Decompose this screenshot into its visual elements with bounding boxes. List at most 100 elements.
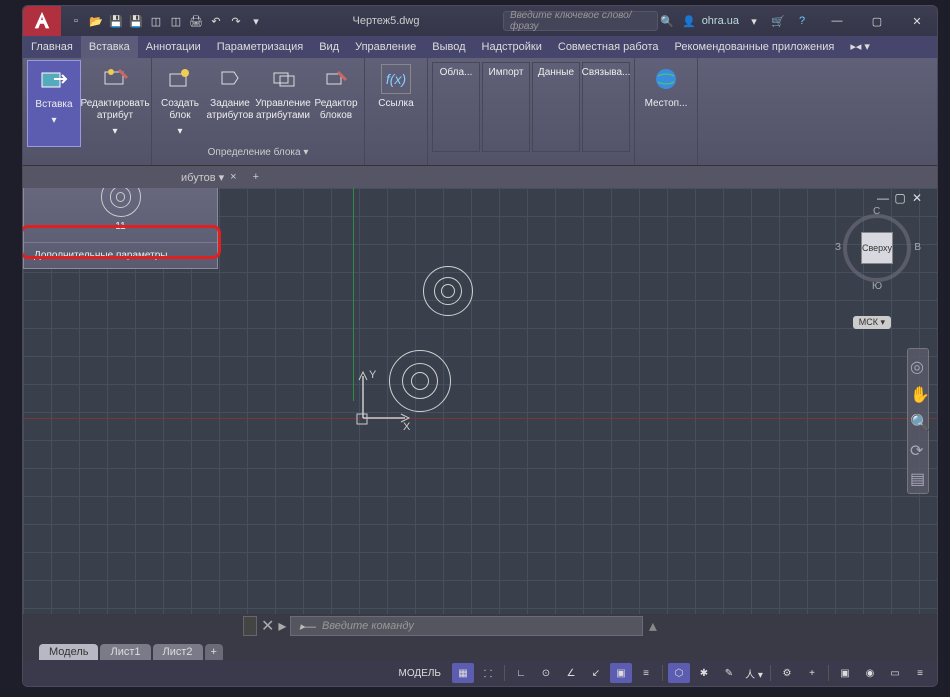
viewcube-north[interactable]: С xyxy=(873,206,880,217)
more-options-item[interactable]: Дополнительные параметры... xyxy=(24,242,217,268)
tab-home[interactable]: Главная xyxy=(23,36,81,58)
annotation-visibility-icon[interactable]: ✱ xyxy=(693,663,715,683)
block-editor-button[interactable]: Редактор блоков xyxy=(312,60,360,147)
insert-dropdown-panel: 11 Дополнительные параметры... xyxy=(23,188,218,269)
plot-icon[interactable]: 🖨 xyxy=(187,12,205,30)
scale-list-icon[interactable]: 人 ▾ xyxy=(743,663,765,683)
tab-addins[interactable]: Надстройки xyxy=(474,36,550,58)
lineweight-icon[interactable]: ≡ xyxy=(635,663,657,683)
infocenter-search[interactable]: Введите ключевое слово/фразу xyxy=(503,11,658,31)
showmotion-icon[interactable]: ▤ xyxy=(910,469,926,485)
new-icon[interactable]: ▫ xyxy=(67,12,85,30)
cloud-save-icon[interactable]: ◫ xyxy=(167,12,185,30)
tab-overflow-icon[interactable]: ▸◂ ▾ xyxy=(842,36,878,58)
wcs-selector[interactable]: МСК ▾ xyxy=(853,316,891,329)
tab-view[interactable]: Вид xyxy=(311,36,347,58)
block-instance-2[interactable] xyxy=(389,350,451,412)
isolate-objects-icon[interactable]: ▣ xyxy=(834,663,856,683)
set-attrs-button[interactable]: Задание атрибутов xyxy=(206,60,254,147)
insert-button[interactable]: Вставка ▾ xyxy=(27,60,81,147)
close-button[interactable]: ✕ xyxy=(897,6,937,36)
viewport-close-icon[interactable]: ✕ xyxy=(909,191,925,205)
edit-attribute-button[interactable]: Редактировать атрибут ▾ xyxy=(83,60,147,147)
block-preview-item[interactable]: 11 xyxy=(24,188,217,242)
maximize-button[interactable]: ▢ xyxy=(857,6,897,36)
file-tab-fragment[interactable]: ибутов ▾ × xyxy=(173,166,245,188)
saveas-icon[interactable]: 💾 xyxy=(127,12,145,30)
viewport-max-icon[interactable]: ▢ xyxy=(892,191,908,205)
tab-collaborate[interactable]: Совместная работа xyxy=(550,36,667,58)
annotation-scale-icon[interactable]: ⬡ xyxy=(668,663,690,683)
block-instance-1[interactable] xyxy=(423,266,473,316)
manage-attrs-label: Управление атрибутами xyxy=(255,98,311,122)
customize-icon[interactable]: ≡ xyxy=(909,663,931,683)
viewcube-west[interactable]: З xyxy=(835,242,841,253)
isodraft-icon[interactable]: ∠ xyxy=(560,663,582,683)
layout-tab-sheet1[interactable]: Лист1 xyxy=(100,644,150,660)
tab-insert[interactable]: Вставка xyxy=(81,36,138,58)
viewcube-south[interactable]: Ю xyxy=(872,281,882,292)
snap-toggle-icon[interactable]: ⸬ xyxy=(477,663,499,683)
minimize-button[interactable]: — xyxy=(817,6,857,36)
help-icon[interactable]: ? xyxy=(793,12,811,30)
link-button[interactable]: Связыва... xyxy=(582,62,630,152)
tab-manage[interactable]: Управление xyxy=(347,36,424,58)
workspace-switch-icon[interactable]: ⚙ xyxy=(776,663,798,683)
save-icon[interactable]: 💾 xyxy=(107,12,125,30)
user-dropdown-icon[interactable]: ▾ xyxy=(745,12,763,30)
exchange-icon[interactable]: 🛒 xyxy=(769,12,787,30)
layout-tab-add[interactable]: + xyxy=(205,644,223,660)
close-tab-icon[interactable]: × xyxy=(230,171,236,183)
grid-toggle-icon[interactable]: ▦ xyxy=(452,663,474,683)
viewcube-east[interactable]: В xyxy=(914,242,921,253)
undo-icon[interactable]: ↶ xyxy=(207,12,225,30)
layout-tab-model[interactable]: Модель xyxy=(39,644,98,660)
layout-tab-sheet2[interactable]: Лист2 xyxy=(153,644,203,660)
xref-button[interactable]: f(x) Ссылка xyxy=(369,60,423,147)
autoscale-icon[interactable]: ✎ xyxy=(718,663,740,683)
tab-annotate[interactable]: Аннотации xyxy=(138,36,209,58)
annotation-monitor-icon[interactable]: + xyxy=(801,663,823,683)
import-button[interactable]: Импорт xyxy=(482,62,530,152)
steering-wheel-icon[interactable]: ◎ xyxy=(910,357,926,373)
viewcube-face-top[interactable]: Сверху xyxy=(861,232,893,264)
create-block-button[interactable]: Создать блок ▾ xyxy=(156,60,204,147)
space-toggle[interactable]: МОДЕЛЬ xyxy=(391,666,449,681)
group-label-block-def[interactable]: Определение блока ▾ xyxy=(156,147,360,163)
arrow-icon[interactable]: ▸ xyxy=(278,616,286,636)
commandline-input[interactable]: ▸— Введите команду xyxy=(290,616,642,636)
polar-icon[interactable]: ⊙ xyxy=(535,663,557,683)
app-menu-button[interactable] xyxy=(23,6,61,36)
manage-attrs-button[interactable]: Управление атрибутами xyxy=(256,60,310,147)
redo-icon[interactable]: ↷ xyxy=(227,12,245,30)
search-icon[interactable]: 🔍 xyxy=(658,12,676,30)
ribbon: Вставка ▾ Редактировать атрибут ▾ Создат… xyxy=(23,58,937,166)
viewcube[interactable]: Сверху С Ю В З xyxy=(837,208,917,288)
location-button[interactable]: Местоп... xyxy=(639,60,693,147)
qat-dropdown-icon[interactable]: ▾ xyxy=(247,12,265,30)
new-tab-button[interactable]: + xyxy=(245,166,267,188)
osnap-2d-icon[interactable]: ▣ xyxy=(610,663,632,683)
tab-featured-apps[interactable]: Рекомендованные приложения xyxy=(667,36,843,58)
data-button[interactable]: Данные xyxy=(532,62,580,152)
signin-icon[interactable]: 👤 xyxy=(682,15,696,28)
hardware-accel-icon[interactable]: ◉ xyxy=(859,663,881,683)
orbit-icon[interactable]: ⟳ xyxy=(910,441,926,457)
cloud-button[interactable]: Обла... xyxy=(432,62,480,152)
cmdline-recent-icon[interactable]: ▴ xyxy=(649,616,657,636)
pan-icon[interactable]: ✋ xyxy=(910,385,926,401)
close-cmdline-icon[interactable]: ✕ xyxy=(261,616,274,636)
open-icon[interactable]: 📂 xyxy=(87,12,105,30)
user-name[interactable]: ohra.ua xyxy=(702,15,739,27)
cloud-open-icon[interactable]: ◫ xyxy=(147,12,165,30)
zoom-icon[interactable]: 🔍 xyxy=(910,413,926,429)
osnap-tracking-icon[interactable]: ↙ xyxy=(585,663,607,683)
ortho-icon[interactable]: ∟ xyxy=(510,663,532,683)
tab-parametric[interactable]: Параметризация xyxy=(209,36,311,58)
drawing-canvas[interactable]: Y X 11 Дополнительные параметры... — ▢ ✕ xyxy=(23,188,937,614)
location-label: Местоп... xyxy=(645,98,688,110)
cmdline-drag-handle[interactable] xyxy=(243,616,257,636)
viewport-min-icon[interactable]: — xyxy=(875,191,891,205)
tab-output[interactable]: Вывод xyxy=(424,36,473,58)
cleanscreen-icon[interactable]: ▭ xyxy=(884,663,906,683)
